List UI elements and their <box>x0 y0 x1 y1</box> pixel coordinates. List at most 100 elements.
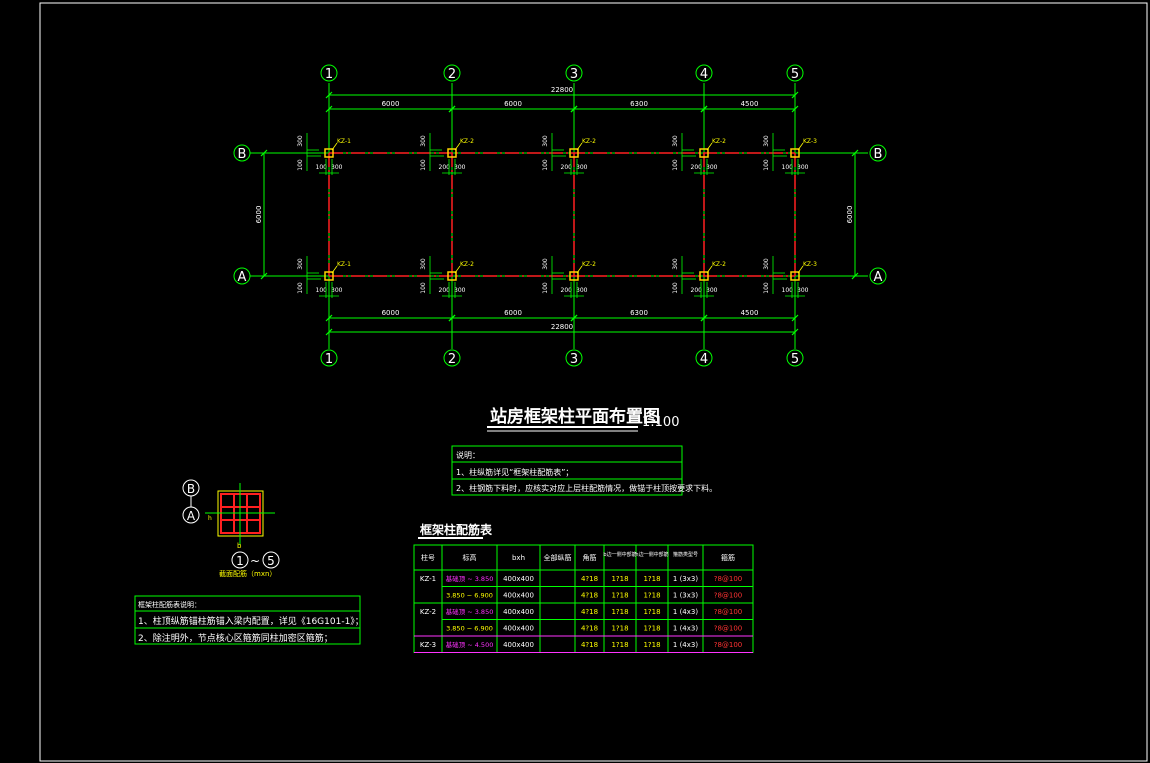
table-row-0-type: 1 (3x3) <box>673 575 698 583</box>
table-header-7: 箍筋类型号 <box>673 551 698 558</box>
column-B-2-label: KZ-2 <box>460 138 474 145</box>
axis-bubble-top-4: 4 <box>700 67 708 82</box>
table-row-1-type: 1 (3x3) <box>673 592 698 600</box>
table-row-2-bxh: 400x400 <box>503 608 534 616</box>
dim-span-bottom-2: 6000 <box>504 309 522 317</box>
dim-y-left: 6000 <box>255 206 263 224</box>
axis-bubble-right-B: B <box>874 147 883 162</box>
drawing-scale: 1:100 <box>642 415 679 430</box>
column-A-1-off-bot: 100 <box>297 282 304 294</box>
legend-dim-b: b <box>237 542 242 550</box>
table-header-8: 箍筋 <box>721 553 735 562</box>
notes-item-1: 1、柱纵筋详见“框架柱配筋表”； <box>456 467 573 477</box>
axis-bubble-top-2: 2 <box>448 67 456 82</box>
column-B-5-off-top: 300 <box>763 135 770 147</box>
table-header-2: bxh <box>512 554 525 562</box>
table-row-4-bxh: 400x400 <box>503 641 534 649</box>
notes-box: 说明： 1、柱纵筋详见“框架柱配筋表”； 2、柱钢筋下料时，应核实对应上层柱配筋… <box>451 445 717 496</box>
column-B-4-off-right: 300 <box>706 164 718 171</box>
dim-span-bottom-3: 6300 <box>630 309 648 317</box>
column-B-3-off-top: 300 <box>542 135 549 147</box>
column-B-2-off-right: 300 <box>454 164 466 171</box>
column-A-3-label: KZ-2 <box>582 261 596 268</box>
table-row-4-type: 1 (4x3) <box>673 641 698 649</box>
table-row-4-id: KZ-3 <box>420 641 436 649</box>
column-B-1-off-top: 300 <box>297 135 304 147</box>
column-A-3-off-bot: 100 <box>542 282 549 294</box>
legend-axis-from: 1 <box>236 554 244 568</box>
table-row-2-type: 1 (4x3) <box>673 608 698 616</box>
table-row-1-stirrup: ?8@100 <box>714 592 743 600</box>
axis-bubble-left-B: B <box>238 147 247 162</box>
table-row-1-elev: 3.850 ~ 6.900 <box>446 592 493 600</box>
legend-axis-a: A <box>187 509 196 523</box>
column-B-1-off-right: 300 <box>331 164 343 171</box>
column-B-2-off-top: 300 <box>420 135 427 147</box>
table-row-3-bxh: 400x400 <box>503 625 534 633</box>
column-A-3-off-top: 300 <box>542 258 549 270</box>
table-row-4-corner: 4?18 <box>581 641 598 649</box>
column-A-3-off-right: 300 <box>576 287 588 294</box>
column-A-4-off-top: 300 <box>672 258 679 270</box>
cad-drawing-canvas: 1122334455BABA228006000 6000 6300 45006000 6… <box>39 2 1148 762</box>
column-B-5-off-left: 100 <box>782 164 794 171</box>
left-notes-item-1: 1、柱顶纵筋锚柱筋锚入梁内配置，详见《16G101-1》； <box>138 615 364 627</box>
axis-bubble-left-A: A <box>238 270 247 285</box>
column-B-4-off-left: 200 <box>691 164 703 171</box>
column-B-4-off-bot: 100 <box>672 159 679 171</box>
column-A-5-off-left: 100 <box>782 287 794 294</box>
column-A-2-off-bot: 100 <box>420 282 427 294</box>
left-notes-header: 框架柱配筋表说明： <box>138 600 201 609</box>
table-row-3-elev: 3.850 ~ 6.900 <box>446 625 493 633</box>
column-A-1-off-left: 100 <box>316 287 328 294</box>
column-A-2-label: KZ-2 <box>460 261 474 268</box>
table-header-5: b边一侧中部筋 <box>603 551 636 558</box>
table-row-4-stirrup: ?8@100 <box>714 641 743 649</box>
table-row-2-corner: 4?18 <box>581 608 598 616</box>
table-row-3-b_mid: 1?18 <box>611 625 628 633</box>
column-B-3-off-bot: 100 <box>542 159 549 171</box>
axis-bubble-right-A: A <box>874 270 883 285</box>
table-row-1-b_mid: 1?18 <box>611 592 628 600</box>
legend-axis-b: B <box>187 482 195 496</box>
column-B-4-off-top: 300 <box>672 135 679 147</box>
column-B-2-off-left: 200 <box>439 164 451 171</box>
rebar-table: 柱号 标高 bxh 全部纵筋 角筋 b边一侧中部筋h边一侧中部筋 箍筋类型号 箍筋 KZ-1 基础… <box>413 544 754 653</box>
dim-y-right: 6000 <box>846 206 854 224</box>
axis-bubble-bottom-2: 2 <box>448 352 456 367</box>
column-B-4-label: KZ-2 <box>712 138 726 145</box>
table-row-0-h_mid: 1?18 <box>643 575 660 583</box>
drawing-title: 站房框架柱平面布置图 <box>490 406 660 427</box>
column-B-1-off-left: 100 <box>316 164 328 171</box>
column-A-3-off-left: 200 <box>561 287 573 294</box>
rebar-table-block: 框架柱配筋表 柱号 标高 bxh 全部纵筋 角筋 b边一侧中部筋h边一侧中部筋 箍筋类型号 箍… <box>413 522 754 653</box>
column-B-1-off-bot: 100 <box>297 159 304 171</box>
table-row-2-id: KZ-2 <box>420 608 436 616</box>
column-A-4-off-bot: 100 <box>672 282 679 294</box>
table-row-3-corner: 4?18 <box>581 625 598 633</box>
notes-header: 说明： <box>456 450 480 460</box>
column-A-5-off-bot: 100 <box>763 282 770 294</box>
column-B-2-off-bot: 100 <box>420 159 427 171</box>
dim-span-top-1: 6000 <box>382 100 400 108</box>
table-row-2-stirrup: ?8@100 <box>714 608 743 616</box>
dim-total-bottom: 22800 <box>551 323 573 331</box>
column-A-1-label: KZ-1 <box>337 261 351 268</box>
axis-bubble-top-5: 5 <box>791 67 799 82</box>
table-row-1-bxh: 400x400 <box>503 592 534 600</box>
table-header-0: 柱号 <box>421 553 435 562</box>
dim-span-top-3: 6300 <box>630 100 648 108</box>
dim-span-bottom-1: 6000 <box>382 309 400 317</box>
column-A-4-off-left: 200 <box>691 287 703 294</box>
table-row-4-elev: 基础顶 ~ 4.500 <box>446 640 494 649</box>
table-row-4-h_mid: 1?18 <box>643 641 660 649</box>
section-legend: B A h b 1 ~ 5 截面配筋（mxn） <box>182 479 280 578</box>
column-B-3-off-right: 300 <box>576 164 588 171</box>
table-header-1: 标高 <box>463 553 477 562</box>
drawing-title-block: 站房框架柱平面布置图 1:100 <box>487 406 679 432</box>
legend-dim-h: h <box>208 515 212 522</box>
table-row-0-corner: 4?18 <box>581 575 598 583</box>
legend-axis-to: 5 <box>267 554 275 568</box>
table-header-6: h边一侧中部筋 <box>635 551 668 558</box>
table-header-4: 角筋 <box>583 553 597 562</box>
